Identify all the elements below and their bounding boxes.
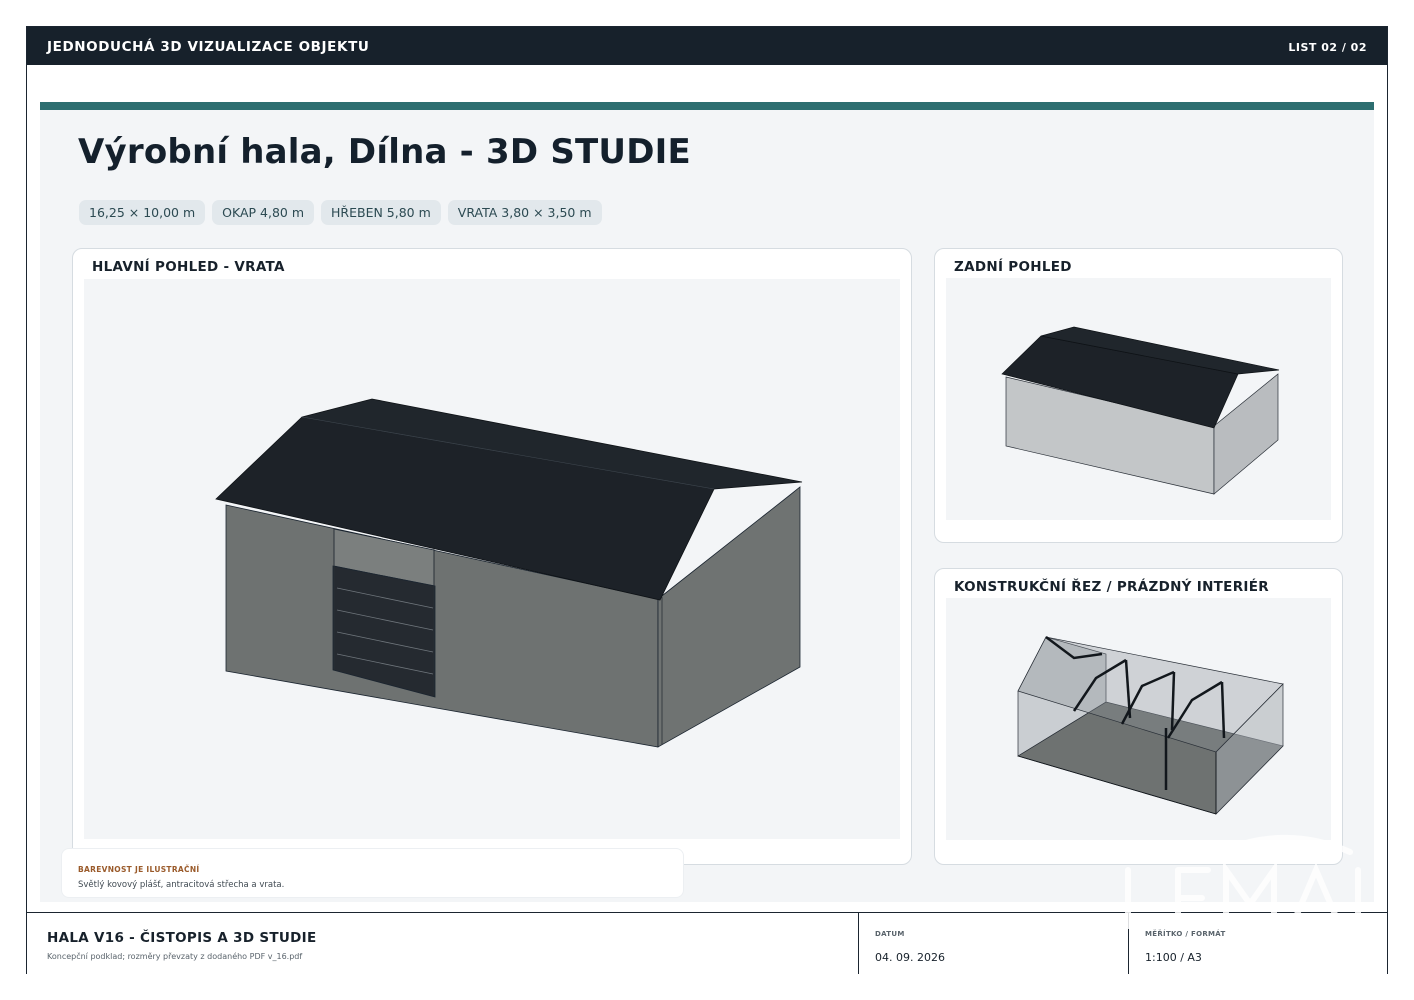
rear-view-title: ZADNÍ POHLED	[954, 259, 1072, 275]
rear-view-render	[1001, 326, 1280, 495]
scale-cell: MĚŘÍTKO / FORMÁT 1:100 / A3	[1128, 913, 1389, 974]
rear-view-panel: ZADNÍ POHLED	[934, 248, 1343, 543]
date-cell: DATUM 04. 09. 2026	[858, 913, 1128, 974]
date-value: 04. 09. 2026	[875, 951, 945, 964]
color-note: BAREVNOST JE ILUSTRAČNÍ Světlý kovový pl…	[61, 848, 684, 898]
rear-view-canvas	[946, 278, 1331, 520]
drawing-sheet: JEDNODUCHÁ 3D VIZUALIZACE OBJEKTU LIST 0…	[26, 26, 1388, 974]
header-title: JEDNODUCHÁ 3D VIZUALIZACE OBJEKTU	[47, 39, 370, 55]
main-view-panel: HLAVNÍ POHLED - VRATA	[72, 248, 912, 865]
dimension-chips: 16,25 × 10,00 m OKAP 4,80 m HŘEBEN 5,80 …	[79, 200, 602, 225]
date-label: DATUM	[875, 930, 905, 938]
section-view-canvas	[946, 598, 1331, 840]
section-view-render	[1017, 636, 1284, 815]
chip-ridge-height: HŘEBEN 5,80 m	[321, 200, 441, 225]
content-area: Výrobní hala, Dílna - 3D STUDIE 16,25 × …	[40, 102, 1374, 902]
project-title: HALA V16 - ČISTOPIS A 3D STUDIE	[47, 930, 317, 946]
chip-gate-size: VRATA 3,80 × 3,50 m	[447, 200, 602, 225]
sheet-number: LIST 02 / 02	[1288, 41, 1367, 54]
title-block: HALA V16 - ČISTOPIS A 3D STUDIE Koncepčn…	[27, 912, 1387, 974]
chip-footprint: 16,25 × 10,00 m	[79, 200, 206, 225]
project-subtitle: Koncepční podklad; rozměry převzaty z do…	[47, 952, 303, 961]
page-title: Výrobní hala, Dílna - 3D STUDIE	[78, 132, 691, 172]
color-note-body: Světlý kovový plášť, antracitová střecha…	[78, 880, 285, 890]
section-view-title: KONSTRUKČNÍ ŘEZ / PRÁZDNÝ INTERIÉR	[954, 579, 1269, 595]
main-view-title: HLAVNÍ POHLED - VRATA	[92, 259, 285, 275]
header-bar: JEDNODUCHÁ 3D VIZUALIZACE OBJEKTU LIST 0…	[27, 27, 1387, 65]
main-view-render	[215, 398, 803, 748]
scale-label: MĚŘÍTKO / FORMÁT	[1145, 930, 1226, 938]
main-view-canvas	[84, 279, 900, 839]
section-view-panel: KONSTRUKČNÍ ŘEZ / PRÁZDNÝ INTERIÉR	[934, 568, 1343, 865]
color-note-title: BAREVNOST JE ILUSTRAČNÍ	[78, 865, 200, 874]
chip-eave-height: OKAP 4,80 m	[212, 200, 315, 225]
scale-value: 1:100 / A3	[1145, 951, 1202, 964]
